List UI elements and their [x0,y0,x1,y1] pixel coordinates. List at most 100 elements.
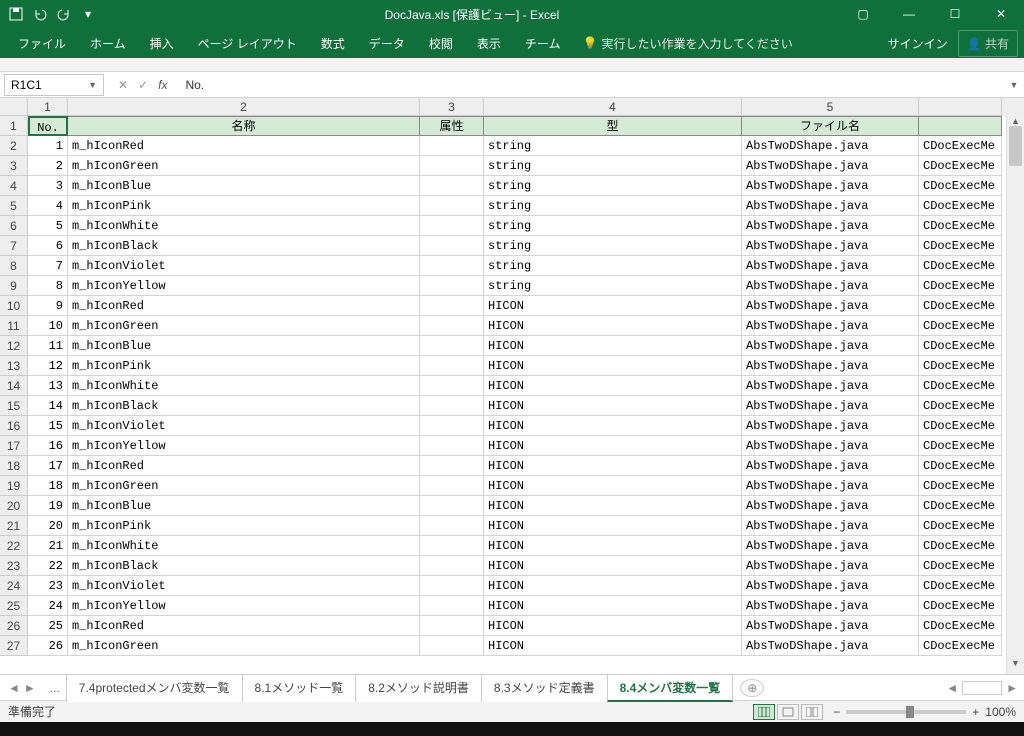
cell[interactable]: AbsTwoDShape.java [742,296,919,316]
tab-data[interactable]: データ [357,28,417,58]
sheet-tab[interactable]: 8.4メンバ変数一覧 [607,674,734,702]
cell[interactable]: 属性 [420,116,484,136]
cell[interactable]: HICON [484,576,742,596]
sheet-tab[interactable]: 8.3メソッド定義書 [481,674,608,702]
row-header[interactable]: 20 [0,496,28,516]
cell[interactable] [420,556,484,576]
cell[interactable]: string [484,136,742,156]
cell[interactable]: CDocExecMe [919,416,1002,436]
cell[interactable]: HICON [484,636,742,656]
zoom-slider-thumb[interactable] [906,706,914,718]
cell[interactable]: AbsTwoDShape.java [742,376,919,396]
cell[interactable] [420,536,484,556]
row-header[interactable]: 10 [0,296,28,316]
cell[interactable]: CDocExecMe [919,176,1002,196]
cell[interactable]: 18 [28,476,68,496]
cell[interactable]: AbsTwoDShape.java [742,256,919,276]
formula-input[interactable]: No. [177,78,1004,92]
redo-icon[interactable] [56,6,72,22]
cell[interactable]: No. [28,116,68,136]
tab-home[interactable]: ホーム [78,28,138,58]
save-icon[interactable] [8,6,24,22]
new-sheet-button[interactable]: ⊕ [740,679,764,697]
cell[interactable]: HICON [484,556,742,576]
minimize-button[interactable]: — [886,0,932,28]
cell[interactable]: CDocExecMe [919,216,1002,236]
row-header[interactable]: 25 [0,596,28,616]
cell[interactable]: 20 [28,516,68,536]
row-header[interactable]: 9 [0,276,28,296]
cell[interactable]: HICON [484,396,742,416]
cell[interactable]: string [484,156,742,176]
cell[interactable]: CDocExecMe [919,456,1002,476]
cell[interactable] [420,496,484,516]
cell[interactable]: HICON [484,616,742,636]
sheet-tab[interactable]: 8.2メソッド説明書 [355,674,482,702]
zoom-level[interactable]: 100% [985,705,1016,719]
cell[interactable]: HICON [484,476,742,496]
cell[interactable]: 17 [28,456,68,476]
undo-icon[interactable] [32,6,48,22]
tab-view[interactable]: 表示 [465,28,513,58]
cell[interactable]: m_hIconWhite [68,536,420,556]
cell[interactable] [420,436,484,456]
tab-file[interactable]: ファイル [6,28,78,58]
scroll-down-icon[interactable]: ▼ [1007,658,1024,674]
cell[interactable]: string [484,176,742,196]
cell[interactable] [420,516,484,536]
cell[interactable] [420,196,484,216]
hscroll-right-icon[interactable]: ► [1006,681,1018,695]
row-header[interactable]: 26 [0,616,28,636]
zoom-slider[interactable] [846,710,966,714]
cell[interactable]: 19 [28,496,68,516]
cell[interactable]: AbsTwoDShape.java [742,276,919,296]
select-all-corner[interactable] [0,98,28,116]
cell[interactable]: AbsTwoDShape.java [742,356,919,376]
column-header[interactable]: 3 [420,98,484,116]
cell[interactable]: m_hIconGreen [68,316,420,336]
page-break-view-icon[interactable] [801,704,823,720]
cell[interactable]: m_hIconBlue [68,496,420,516]
cell[interactable] [420,296,484,316]
cell[interactable]: 12 [28,356,68,376]
cell[interactable]: m_hIconGreen [68,156,420,176]
row-header[interactable]: 13 [0,356,28,376]
fx-icon[interactable]: fx [158,78,167,92]
cell[interactable] [420,156,484,176]
cell[interactable]: AbsTwoDShape.java [742,156,919,176]
cell[interactable]: 21 [28,536,68,556]
row-header[interactable]: 6 [0,216,28,236]
cell[interactable]: m_hIconPink [68,196,420,216]
sheet-nav-prev-icon[interactable]: ◄ [8,681,20,695]
cell[interactable]: m_hIconYellow [68,596,420,616]
cell[interactable]: string [484,236,742,256]
cell[interactable]: CDocExecMe [919,516,1002,536]
cell[interactable]: CDocExecMe [919,476,1002,496]
row-header[interactable]: 8 [0,256,28,276]
cell[interactable] [420,416,484,436]
cell[interactable]: HICON [484,296,742,316]
cell[interactable]: AbsTwoDShape.java [742,516,919,536]
cell[interactable]: m_hIconYellow [68,276,420,296]
cell[interactable] [420,236,484,256]
cell[interactable]: m_hIconYellow [68,436,420,456]
cell[interactable]: string [484,216,742,236]
cell[interactable]: 10 [28,316,68,336]
cell[interactable]: m_hIconWhite [68,376,420,396]
cell[interactable]: m_hIconRed [68,136,420,156]
tell-me-search[interactable]: 💡 実行したい作業を入力してください [582,35,792,52]
cell[interactable]: CDocExecMe [919,436,1002,456]
cell[interactable]: HICON [484,416,742,436]
cell[interactable]: HICON [484,316,742,336]
cell[interactable] [420,636,484,656]
cell[interactable] [420,376,484,396]
cell[interactable]: 4 [28,196,68,216]
cell[interactable]: HICON [484,356,742,376]
cell[interactable]: HICON [484,336,742,356]
cell[interactable]: CDocExecMe [919,576,1002,596]
cell[interactable]: AbsTwoDShape.java [742,216,919,236]
name-box[interactable]: R1C1 ▼ [4,74,104,96]
cell[interactable]: CDocExecMe [919,196,1002,216]
row-header[interactable]: 27 [0,636,28,656]
cell[interactable]: string [484,196,742,216]
